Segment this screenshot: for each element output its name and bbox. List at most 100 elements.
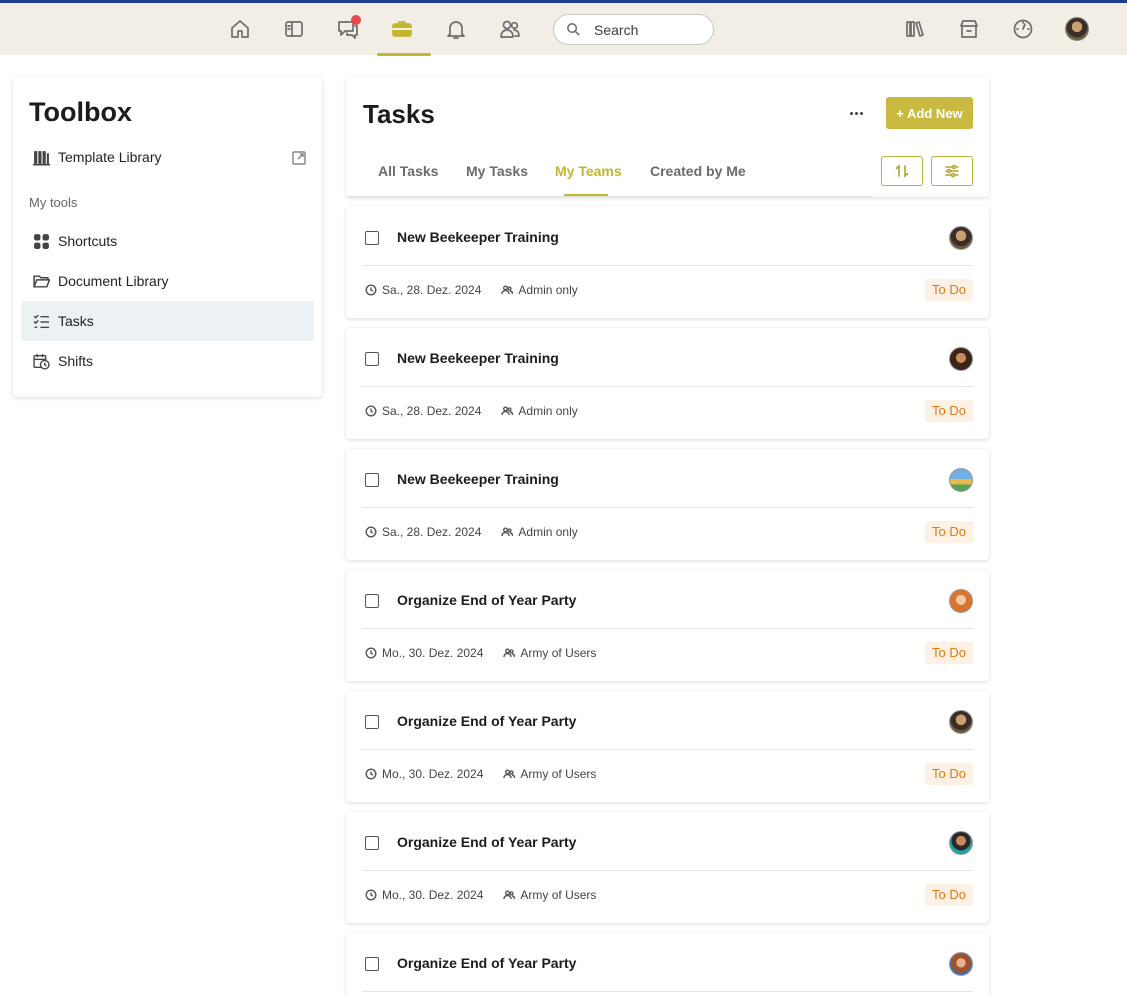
task-title[interactable]: New Beekeeper Training (397, 471, 559, 487)
task-checkbox[interactable] (365, 836, 379, 850)
task-group: Admin only (518, 404, 578, 418)
task-divider (362, 749, 973, 750)
group-icon (503, 890, 516, 900)
sidebar-item-label: Shortcuts (58, 233, 118, 249)
task-date: Mo., 30. Dez. 2024 (382, 888, 484, 902)
task-date: Sa., 28. Dez. 2024 (382, 404, 482, 418)
assignee-avatar[interactable] (949, 589, 973, 613)
task-card[interactable]: Organize End of Year Party Mo., 30. Dez.… (346, 812, 989, 923)
tab-my-tasks[interactable]: My Tasks (466, 163, 528, 179)
external-link-icon[interactable] (292, 151, 306, 165)
task-checkbox[interactable] (365, 957, 379, 971)
page-title: Tasks (363, 99, 435, 129)
checklist-icon (33, 314, 49, 328)
task-divider (362, 991, 973, 992)
dashboard-icon[interactable] (998, 3, 1048, 55)
sort-button[interactable] (881, 156, 923, 186)
task-title[interactable]: New Beekeeper Training (397, 350, 559, 366)
task-title[interactable]: Organize End of Year Party (397, 955, 576, 971)
task-card[interactable]: Organize End of Year Party (346, 933, 989, 995)
sidebar-item-label: Shifts (58, 353, 94, 369)
group-icon (501, 285, 514, 295)
task-checkbox[interactable] (365, 231, 379, 245)
task-checkbox[interactable] (365, 473, 379, 487)
task-date: Sa., 28. Dez. 2024 (382, 283, 482, 297)
filter-button[interactable] (931, 156, 973, 186)
sidebar-icon[interactable] (269, 3, 319, 55)
toolbox-panel: Toolbox Template Library My tools Shortc… (13, 77, 322, 397)
tab-my-teams[interactable]: My Teams (555, 163, 622, 179)
task-meta: Mo., 30. Dez. 2024 Army of Users (365, 888, 596, 902)
task-title[interactable]: Organize End of Year Party (397, 713, 576, 729)
task-checkbox[interactable] (365, 594, 379, 608)
assignee-avatar[interactable] (949, 952, 973, 976)
calendar-clock-icon (33, 353, 50, 370)
task-divider (362, 265, 973, 266)
status-badge: To Do (925, 521, 973, 543)
people-icon[interactable] (485, 3, 535, 55)
task-date: Sa., 28. Dez. 2024 (382, 525, 482, 539)
search-icon (567, 23, 580, 36)
task-divider (362, 507, 973, 508)
sidebar-item-tasks[interactable]: Tasks (21, 301, 314, 341)
tab-all-tasks[interactable]: All Tasks (378, 163, 438, 179)
more-options-button[interactable] (846, 103, 866, 123)
assignee-avatar[interactable] (949, 710, 973, 734)
assignee-avatar[interactable] (949, 468, 973, 492)
assignee-avatar[interactable] (949, 831, 973, 855)
status-badge: To Do (925, 279, 973, 301)
task-card[interactable]: New Beekeeper Training Sa., 28. Dez. 202… (346, 207, 989, 318)
task-card[interactable]: Organize End of Year Party Mo., 30. Dez.… (346, 691, 989, 802)
home-icon[interactable] (215, 3, 265, 55)
assignee-avatar[interactable] (949, 347, 973, 371)
group-icon (501, 406, 514, 416)
search-placeholder: Search (594, 21, 639, 38)
store-icon[interactable] (944, 3, 994, 55)
sort-icon (895, 164, 909, 178)
task-card[interactable]: New Beekeeper Training Sa., 28. Dez. 202… (346, 449, 989, 560)
task-date: Mo., 30. Dez. 2024 (382, 767, 484, 781)
task-card[interactable]: New Beekeeper Training Sa., 28. Dez. 202… (346, 328, 989, 439)
clock-icon (365, 768, 377, 780)
status-badge: To Do (925, 763, 973, 785)
task-card[interactable]: Organize End of Year Party Mo., 30. Dez.… (346, 570, 989, 681)
task-divider (362, 386, 973, 387)
task-divider (362, 870, 973, 871)
task-title[interactable]: Organize End of Year Party (397, 834, 576, 850)
search-input[interactable]: Search (553, 14, 714, 45)
top-navigation-bar: Search (0, 3, 1127, 56)
task-title[interactable]: New Beekeeper Training (397, 229, 559, 245)
task-date: Mo., 30. Dez. 2024 (382, 646, 484, 660)
sidebar-item-shortcuts[interactable]: Shortcuts (21, 221, 314, 261)
user-avatar[interactable] (1065, 17, 1089, 41)
assignee-avatar[interactable] (949, 226, 973, 250)
bell-icon[interactable] (431, 3, 481, 55)
sidebar-item-document-library[interactable]: Document Library (21, 261, 314, 301)
tab-created-by-me[interactable]: Created by Me (650, 163, 746, 179)
task-group: Army of Users (520, 888, 597, 902)
task-title[interactable]: Organize End of Year Party (397, 592, 576, 608)
task-group: Admin only (518, 525, 578, 539)
toolbox-icon[interactable] (377, 3, 431, 56)
header-divider (346, 196, 871, 197)
template-library-link[interactable]: Template Library (21, 137, 314, 177)
task-group: Admin only (518, 283, 578, 297)
clock-icon (365, 889, 377, 901)
template-library-label: Template Library (58, 149, 162, 165)
add-new-button[interactable]: + Add New (886, 97, 973, 129)
task-meta: Mo., 30. Dez. 2024 Army of Users (365, 767, 596, 781)
folder-icon (33, 274, 50, 288)
task-checkbox[interactable] (365, 715, 379, 729)
my-tools-label: My tools (29, 195, 78, 210)
notification-dot (351, 15, 361, 25)
library-icon[interactable] (890, 3, 940, 55)
status-badge: To Do (925, 400, 973, 422)
sidebar-item-label: Tasks (58, 313, 94, 329)
task-meta: Mo., 30. Dez. 2024 Army of Users (365, 646, 596, 660)
chat-icon[interactable] (323, 3, 373, 55)
group-icon (501, 527, 514, 537)
task-checkbox[interactable] (365, 352, 379, 366)
status-badge: To Do (925, 642, 973, 664)
task-group: Army of Users (520, 767, 597, 781)
sidebar-item-shifts[interactable]: Shifts (21, 341, 314, 381)
